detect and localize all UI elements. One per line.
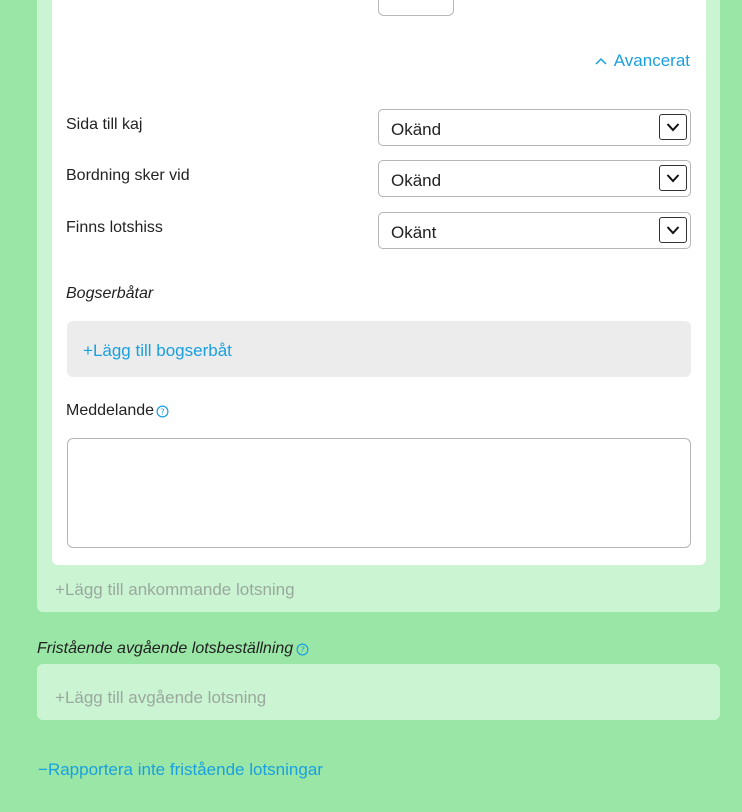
help-icon[interactable]: ? — [156, 405, 169, 418]
tugboats-box: +Lägg till bogserbåt — [67, 321, 691, 377]
outgoing-pilotage-box: +Lägg till avgående lotsning — [37, 664, 720, 720]
chevron-down-icon — [659, 165, 687, 191]
side-to-quay-label: Sida till kaj — [66, 116, 143, 133]
boarding-at-select[interactable]: Okänd — [378, 160, 691, 197]
minus-icon: − — [38, 760, 48, 779]
message-label-row: Meddelande ? — [66, 402, 169, 420]
add-tugboat-label: Lägg till bogserbåt — [92, 341, 232, 360]
add-outgoing-pilotage-link[interactable]: +Lägg till avgående lotsning — [55, 688, 266, 708]
side-to-quay-select[interactable]: Okänd — [378, 109, 691, 146]
outgoing-heading-row: Fristående avgående lotsbeställning ? — [37, 640, 309, 658]
pilot-hoist-label: Finns lotshiss — [66, 219, 163, 236]
partial-input-above[interactable] — [378, 0, 454, 16]
svg-text:?: ? — [300, 644, 305, 654]
add-incoming-pilotage-link[interactable]: +Lägg till ankommande lotsning — [55, 580, 295, 600]
plus-icon: + — [55, 580, 65, 599]
message-textarea[interactable] — [67, 438, 691, 548]
chevron-up-icon — [595, 57, 607, 65]
advanced-toggle-label: Avancerat — [613, 51, 690, 70]
pilot-hoist-select[interactable]: Okänt — [378, 212, 691, 249]
side-to-quay-value: Okänd — [391, 120, 442, 139]
add-tugboat-link[interactable]: +Lägg till bogserbåt — [83, 341, 232, 361]
do-not-report-label: Rapportera inte fristående lotsningar — [47, 760, 323, 779]
message-label: Meddelande — [66, 402, 155, 419]
chevron-down-icon — [659, 114, 687, 140]
plus-icon: + — [83, 341, 93, 360]
tugboats-heading: Bogserbåtar — [66, 285, 154, 302]
boarding-at-label: Bordning sker vid — [66, 167, 190, 184]
outgoing-heading: Fristående avgående lotsbeställning — [37, 640, 294, 657]
page: Avancerat Sida till kaj Okänd Bordning s… — [0, 0, 742, 812]
help-icon[interactable]: ? — [296, 643, 309, 656]
svg-text:?: ? — [160, 406, 164, 416]
add-outgoing-pilotage-label: Lägg till avgående lotsning — [64, 688, 267, 707]
pilot-hoist-value: Okänt — [391, 223, 437, 242]
plus-icon: + — [55, 688, 65, 707]
add-incoming-pilotage-label: Lägg till ankommande lotsning — [64, 580, 295, 599]
boarding-at-value: Okänd — [391, 171, 442, 190]
advanced-toggle[interactable]: Avancerat — [594, 51, 690, 71]
chevron-down-icon — [659, 217, 687, 243]
do-not-report-link[interactable]: −Rapportera inte fristående lotsningar — [38, 760, 323, 780]
